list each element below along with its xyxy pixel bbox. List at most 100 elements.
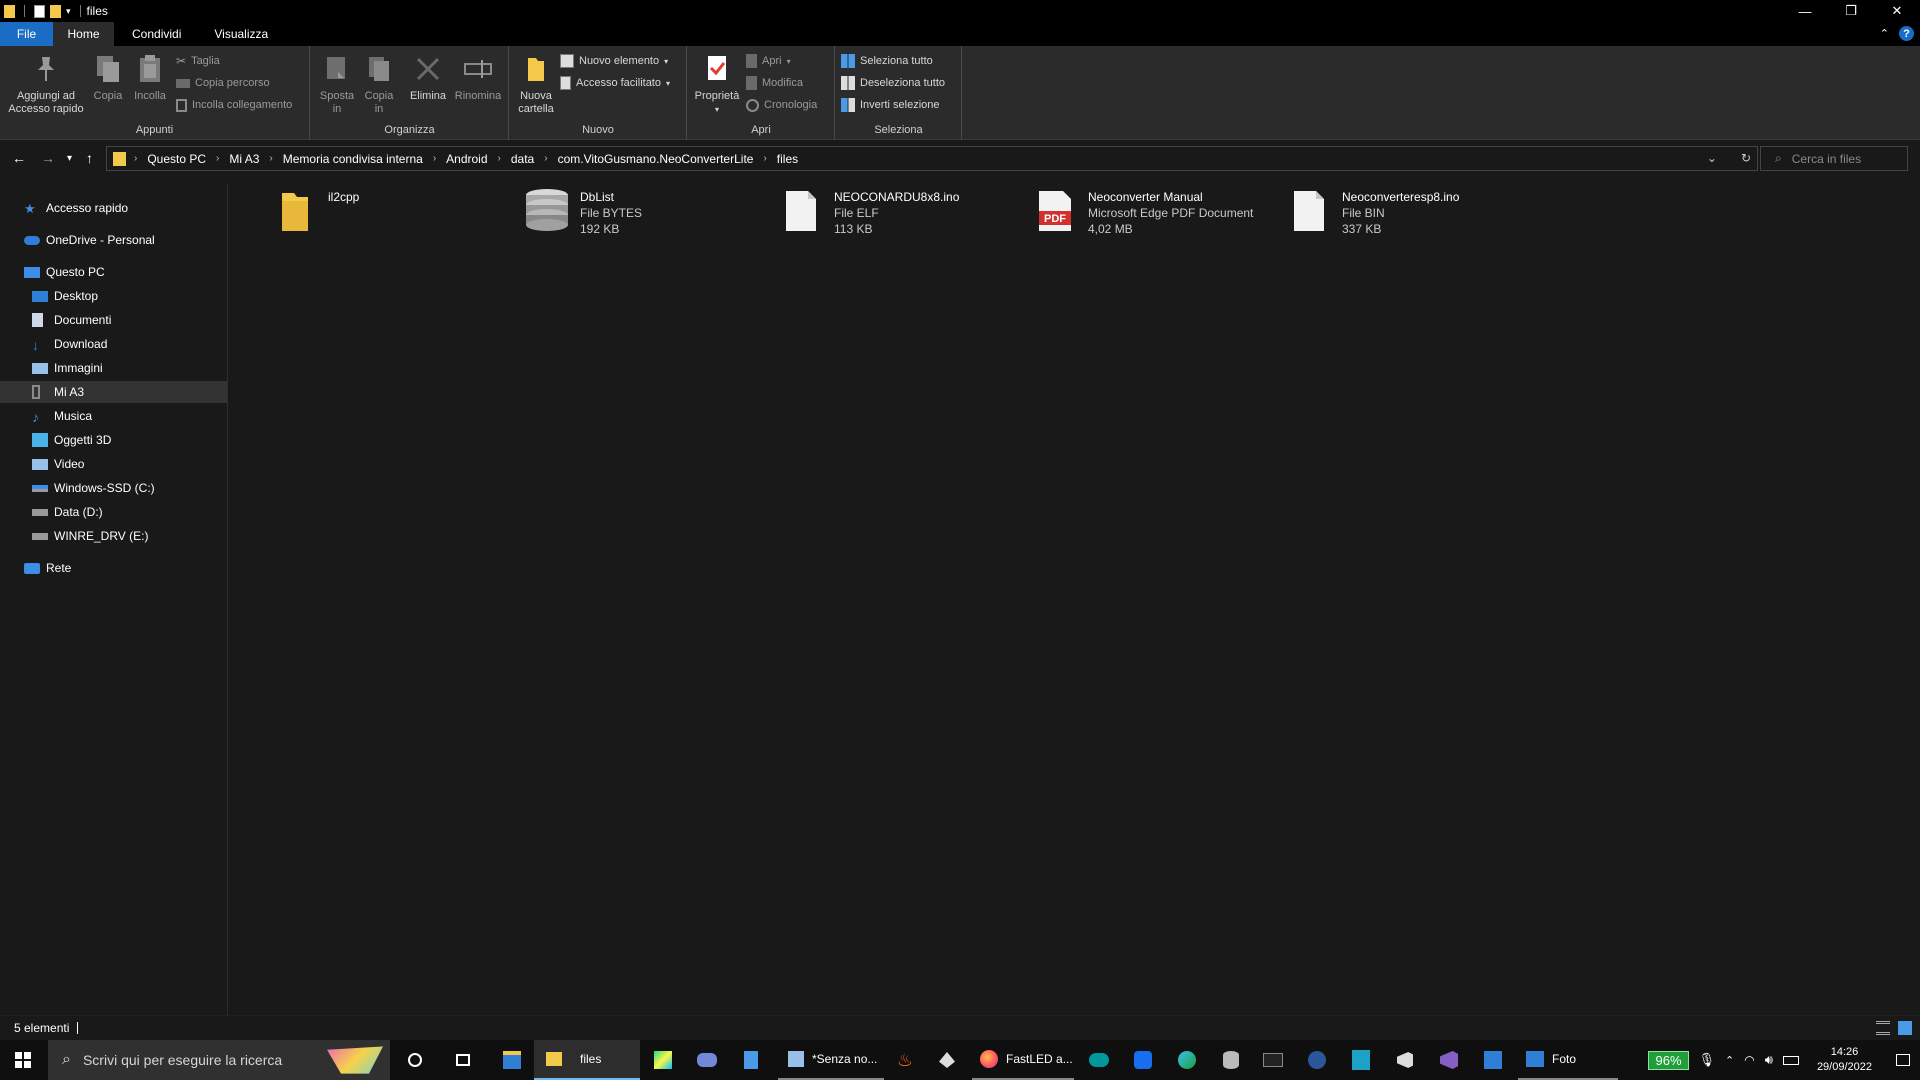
cura-icon[interactable]: [1126, 1040, 1160, 1080]
tab-file[interactable]: File: [0, 22, 53, 46]
copy-button[interactable]: Copia: [88, 52, 128, 103]
sidebar-item-3d-objects[interactable]: Oggetti 3D: [0, 429, 227, 451]
breadcrumb-separator[interactable]: ›: [265, 153, 276, 164]
delete-button[interactable]: Elimina: [407, 52, 449, 103]
taskbar-app-notepad[interactable]: *Senza no...: [778, 1040, 884, 1080]
calculator-icon[interactable]: [734, 1040, 768, 1080]
minimize-button[interactable]: —: [1782, 0, 1828, 22]
open-button[interactable]: Apri ▾: [746, 52, 791, 70]
sidebar-item-documents[interactable]: Documenti: [0, 309, 227, 331]
sidebar-item-drive-d[interactable]: Data (D:): [0, 501, 227, 523]
pin-quick-access-button[interactable]: Aggiungi ad Accesso rapido: [6, 52, 86, 116]
app-3-icon[interactable]: [1344, 1040, 1378, 1080]
file-tile[interactable]: Neoconverteresp8.ino File BIN 337 KB: [1284, 183, 1534, 243]
paste-shortcut-button[interactable]: Incolla collegamento: [176, 96, 292, 114]
breadcrumb-item-current[interactable]: files: [771, 152, 804, 166]
visual-studio-icon[interactable]: [1432, 1040, 1466, 1080]
breadcrumb-separator[interactable]: ›: [429, 153, 440, 164]
breadcrumb-separator[interactable]: ›: [494, 153, 505, 164]
sidebar-item-pictures[interactable]: Immagini: [0, 357, 227, 379]
up-arrow-icon[interactable]: ↑: [86, 150, 93, 166]
file-tile[interactable]: DbList File BYTES 192 KB: [522, 183, 772, 243]
sidebar-item-music[interactable]: ♪ Musica: [0, 405, 227, 427]
sidebar-item-mi-a3[interactable]: Mi A3: [0, 381, 227, 403]
notifications-icon[interactable]: [1896, 1054, 1910, 1066]
sourcetree-icon[interactable]: [1476, 1040, 1510, 1080]
store-icon[interactable]: [492, 1040, 532, 1080]
task-view-icon[interactable]: [446, 1040, 480, 1080]
breadcrumb-item[interactable]: Mi A3: [223, 152, 265, 166]
volume-icon[interactable]: 🔊︎: [1765, 1052, 1773, 1068]
file-tile[interactable]: il2cpp: [270, 183, 520, 243]
start-button[interactable]: [0, 1040, 46, 1080]
pycharm-icon[interactable]: [646, 1040, 680, 1080]
move-to-button[interactable]: Sposta in: [317, 52, 357, 116]
sidebar-item-drive-c[interactable]: Windows-SSD (C:): [0, 477, 227, 499]
inkscape-icon[interactable]: [930, 1040, 964, 1080]
sidebar-item-network[interactable]: Rete: [0, 557, 227, 579]
chevron-up-icon[interactable]: ⌃: [1880, 27, 1889, 40]
database-app-icon[interactable]: [1214, 1040, 1248, 1080]
discord-icon[interactable]: [690, 1040, 724, 1080]
breadcrumb-separator[interactable]: ›: [540, 153, 551, 164]
properties-icon[interactable]: [34, 4, 45, 18]
clock[interactable]: 14:26 29/09/2022: [1817, 1045, 1872, 1075]
chevron-down-icon[interactable]: ⌄: [1707, 151, 1717, 165]
history-button[interactable]: Cronologia: [746, 96, 817, 114]
edge-icon[interactable]: [1170, 1040, 1204, 1080]
breadcrumb-separator[interactable]: ›: [130, 153, 141, 164]
edit-button[interactable]: Modifica: [746, 74, 803, 92]
refresh-icon[interactable]: ↻: [1741, 151, 1751, 165]
arduino-icon[interactable]: [1082, 1040, 1116, 1080]
sidebar-item-desktop[interactable]: Desktop: [0, 285, 227, 307]
cut-button[interactable]: ✂ Taglia: [176, 52, 220, 70]
new-folder-icon[interactable]: [50, 4, 61, 18]
cortana-icon[interactable]: [398, 1040, 432, 1080]
tab-share[interactable]: Condividi: [114, 22, 194, 46]
microphone-icon[interactable]: 🎙︎: [1699, 1052, 1716, 1068]
new-folder-button[interactable]: Nuova cartella: [514, 52, 558, 116]
sidebar-item-drive-e[interactable]: WINRE_DRV (E:): [0, 525, 227, 547]
breadcrumb-separator[interactable]: ›: [212, 153, 223, 164]
sidebar-item-onedrive[interactable]: OneDrive - Personal: [0, 229, 227, 251]
breadcrumb-item[interactable]: Questo PC: [141, 152, 212, 166]
tab-home[interactable]: Home: [53, 22, 114, 46]
sidebar-item-this-pc[interactable]: Questo PC: [0, 261, 227, 283]
breadcrumb-item[interactable]: data: [505, 152, 540, 166]
easy-access-button[interactable]: Accesso facilitato ▾: [560, 74, 670, 92]
chevron-up-icon[interactable]: ⌃: [1725, 1054, 1734, 1067]
close-button[interactable]: ✕: [1874, 0, 1920, 22]
forward-arrow-icon[interactable]: →: [41, 150, 55, 166]
tab-view[interactable]: Visualizza: [194, 22, 281, 46]
terminal-icon[interactable]: [1256, 1040, 1290, 1080]
address-bar[interactable]: › Questo PC › Mi A3 › Memoria condivisa …: [106, 146, 1758, 171]
taskbar-app-explorer[interactable]: files: [534, 1040, 640, 1080]
sidebar-item-quick-access[interactable]: ★ Accesso rapido: [0, 197, 227, 219]
select-all-button[interactable]: Seleziona tutto: [841, 52, 933, 70]
breadcrumb-item[interactable]: Android: [440, 152, 493, 166]
paste-button[interactable]: Incolla: [130, 52, 170, 103]
flame-app-icon[interactable]: ♨: [888, 1040, 922, 1080]
rename-button[interactable]: Rinomina: [451, 52, 505, 103]
word-icon[interactable]: [1300, 1040, 1334, 1080]
taskbar-app-photos[interactable]: Foto: [1518, 1040, 1618, 1080]
taskbar-app-firefox[interactable]: FastLED a...: [972, 1040, 1074, 1080]
battery-icon[interactable]: [1782, 1055, 1799, 1065]
sidebar-item-downloads[interactable]: ↓ Download: [0, 333, 227, 355]
breadcrumb-item[interactable]: com.VitoGusmano.NeoConverterLite: [552, 152, 760, 166]
large-icons-view-icon[interactable]: [1898, 1021, 1912, 1035]
back-arrow-icon[interactable]: ←: [12, 150, 26, 166]
recent-locations-chevron-icon[interactable]: ▾: [67, 153, 72, 164]
maximize-button[interactable]: ❐: [1828, 0, 1874, 22]
breadcrumb-item[interactable]: Memoria condivisa interna: [277, 152, 429, 166]
file-tile[interactable]: NEOCONARDU8x8.ino File ELF 113 KB: [776, 183, 1026, 243]
taskbar-search-input[interactable]: ⌕ Scrivi qui per eseguire la ricerca: [48, 1040, 390, 1080]
search-input[interactable]: ⌕ Cerca in files: [1760, 146, 1908, 171]
new-item-button[interactable]: Nuovo elemento ▾: [560, 52, 668, 70]
copy-to-button[interactable]: Copia in: [359, 52, 399, 116]
sidebar-item-videos[interactable]: Video: [0, 453, 227, 475]
breadcrumb-separator[interactable]: ›: [759, 153, 770, 164]
details-view-icon[interactable]: [1876, 1021, 1890, 1035]
vscode-icon[interactable]: [1388, 1040, 1422, 1080]
invert-selection-button[interactable]: Inverti selezione: [841, 96, 940, 114]
